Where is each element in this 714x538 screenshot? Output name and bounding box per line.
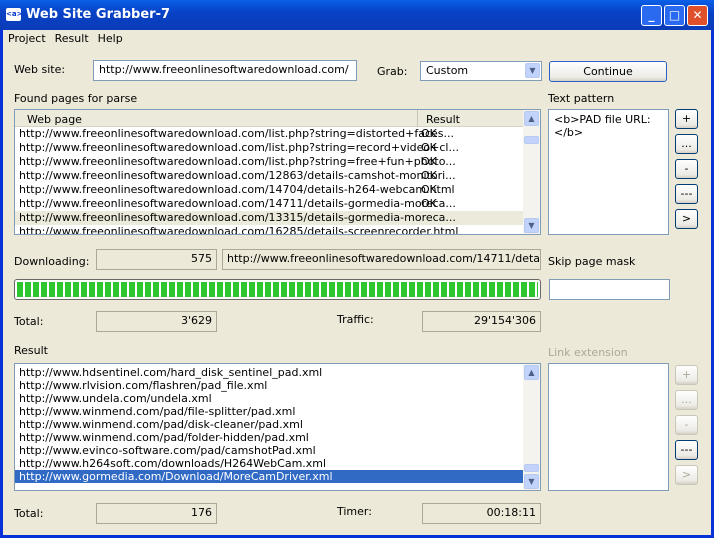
- list-item[interactable]: http://www.winmend.com/pad/folder-hidden…: [15, 431, 523, 444]
- ext-buttons-4[interactable]: >: [675, 465, 698, 485]
- continue-button[interactable]: Continue: [549, 61, 667, 82]
- minimize-button[interactable]: _: [641, 5, 662, 26]
- table-row[interactable]: http://www.freeonlinesoftwaredownload.co…: [15, 127, 525, 141]
- grab-value: Custom: [426, 64, 469, 77]
- table-row[interactable]: http://www.freeonlinesoftwaredownload.co…: [15, 155, 525, 169]
- cell-web-page: http://www.freeonlinesoftwaredownload.co…: [19, 127, 455, 140]
- cell-web-page: http://www.freeonlinesoftwaredownload.co…: [19, 211, 456, 224]
- list-item[interactable]: http://www.gormedia.com/Download/MoreCam…: [15, 470, 523, 483]
- pattern-buttons-0[interactable]: +: [675, 109, 698, 129]
- window-title: Web Site Grabber-7: [26, 7, 171, 22]
- skip-mask-label: Skip page mask: [548, 255, 636, 268]
- traffic-value: 29'154'306: [422, 311, 541, 332]
- cell-web-page: http://www.freeonlinesoftwaredownload.co…: [19, 225, 459, 235]
- close-button[interactable]: ✕: [687, 5, 708, 26]
- ext-buttons-1[interactable]: ...: [675, 390, 698, 410]
- scroll-up-icon[interactable]: ▲: [524, 111, 539, 126]
- list-item[interactable]: http://www.winmend.com/pad/file-splitter…: [15, 405, 523, 418]
- download-progress-bar: [14, 279, 541, 300]
- timer-value: 00:18:11: [422, 503, 541, 524]
- list-item[interactable]: http://www.h264soft.com/downloads/H264We…: [15, 457, 523, 470]
- result-total-value: 176: [96, 503, 217, 524]
- downloading-count: 575: [96, 249, 217, 270]
- scroll-down-icon[interactable]: ▼: [524, 474, 539, 489]
- cell-result: OK: [421, 183, 437, 196]
- result-list: http://www.hdsentinel.com/hard_disk_sent…: [14, 363, 541, 491]
- cell-result: OK: [421, 197, 437, 210]
- grab-label: Grab:: [377, 65, 408, 78]
- menu-help[interactable]: Help: [93, 30, 127, 45]
- list-item[interactable]: http://www.winmend.com/pad/disk-cleaner/…: [15, 418, 523, 431]
- col-web-page[interactable]: Web page: [27, 113, 82, 126]
- ext-buttons-0[interactable]: +: [675, 365, 698, 385]
- website-input[interactable]: http://www.freeonlinesoftwaredownload.co…: [93, 60, 357, 81]
- text-pattern-label: Text pattern: [548, 92, 615, 105]
- result-scrollbar[interactable]: ▲ ▼: [523, 364, 540, 490]
- menu-bar: Project Result Help: [3, 30, 711, 48]
- progress-fill: [17, 282, 538, 297]
- maximize-button[interactable]: □: [664, 5, 685, 26]
- table-header: Web page Result: [15, 110, 540, 127]
- cell-result: OK: [421, 155, 437, 168]
- col-result[interactable]: Result: [417, 110, 468, 127]
- result-label: Result: [14, 344, 48, 357]
- link-extension-list[interactable]: [548, 363, 669, 491]
- pattern-buttons-3[interactable]: ---: [675, 184, 698, 204]
- table-row[interactable]: http://www.freeonlinesoftwaredownload.co…: [15, 183, 525, 197]
- found-pages-label: Found pages for parse: [14, 92, 138, 105]
- total-label: Total:: [14, 315, 44, 328]
- found-scrollbar[interactable]: ▲ ▼: [523, 110, 540, 234]
- scroll-thumb[interactable]: [524, 464, 539, 472]
- ext-buttons-2[interactable]: -: [675, 415, 698, 435]
- cell-result: OK: [421, 127, 437, 140]
- timer-label: Timer:: [337, 505, 372, 518]
- menu-project[interactable]: Project: [3, 30, 50, 45]
- list-item[interactable]: http://www.evinco-software.com/pad/camsh…: [15, 444, 523, 457]
- list-item[interactable]: http://www.undela.com/undela.xml: [15, 392, 523, 405]
- cell-web-page: http://www.freeonlinesoftwaredownload.co…: [19, 169, 456, 182]
- chevron-down-icon[interactable]: ▼: [525, 63, 540, 78]
- website-label: Web site:: [14, 63, 66, 76]
- total-value: 3'629: [96, 311, 217, 332]
- pattern-buttons-1[interactable]: ...: [675, 134, 698, 154]
- cell-result: OK: [421, 169, 437, 182]
- list-item[interactable]: http://www.hdsentinel.com/hard_disk_sent…: [15, 366, 523, 379]
- cell-result: OK: [421, 141, 437, 154]
- menu-result[interactable]: Result: [50, 30, 93, 45]
- table-row[interactable]: http://www.freeonlinesoftwaredownload.co…: [15, 141, 525, 155]
- pattern-buttons-2[interactable]: -: [675, 159, 698, 179]
- found-pages-table: Web page Result http://www.freeonlinesof…: [14, 109, 541, 235]
- link-extension-label: Link extension: [548, 346, 628, 359]
- app-icon: <a>: [6, 8, 22, 21]
- cell-web-page: http://www.freeonlinesoftwaredownload.co…: [19, 183, 455, 196]
- traffic-label: Traffic:: [337, 313, 374, 326]
- downloading-label: Downloading:: [14, 255, 90, 268]
- scroll-up-icon[interactable]: ▲: [524, 365, 539, 380]
- pattern-buttons-4[interactable]: >: [675, 209, 698, 229]
- scroll-down-icon[interactable]: ▼: [524, 218, 539, 233]
- scroll-thumb[interactable]: [524, 136, 539, 144]
- table-row[interactable]: http://www.freeonlinesoftwaredownload.co…: [15, 225, 525, 235]
- list-item[interactable]: http://www.rlvision.com/flashren/pad_fil…: [15, 379, 523, 392]
- skip-mask-input[interactable]: [549, 279, 670, 300]
- text-pattern-list[interactable]: <b>PAD file URL:</b>: [548, 109, 669, 235]
- result-total-label: Total:: [14, 507, 44, 520]
- table-row[interactable]: http://www.freeonlinesoftwaredownload.co…: [15, 211, 525, 225]
- ext-buttons-3[interactable]: ---: [675, 440, 698, 460]
- grab-select[interactable]: Custom ▼: [420, 61, 542, 81]
- table-row[interactable]: http://www.freeonlinesoftwaredownload.co…: [15, 197, 525, 211]
- cell-web-page: http://www.freeonlinesoftwaredownload.co…: [19, 141, 459, 154]
- title-bar: <a> Web Site Grabber-7 _ □ ✕: [0, 0, 714, 30]
- downloading-url: http://www.freeonlinesoftwaredownload.co…: [222, 249, 541, 270]
- cell-web-page: http://www.freeonlinesoftwaredownload.co…: [19, 197, 456, 210]
- table-row[interactable]: http://www.freeonlinesoftwaredownload.co…: [15, 169, 525, 183]
- cell-web-page: http://www.freeonlinesoftwaredownload.co…: [19, 155, 456, 168]
- main-window: <a> Web Site Grabber-7 _ □ ✕ Project Resu…: [0, 0, 714, 538]
